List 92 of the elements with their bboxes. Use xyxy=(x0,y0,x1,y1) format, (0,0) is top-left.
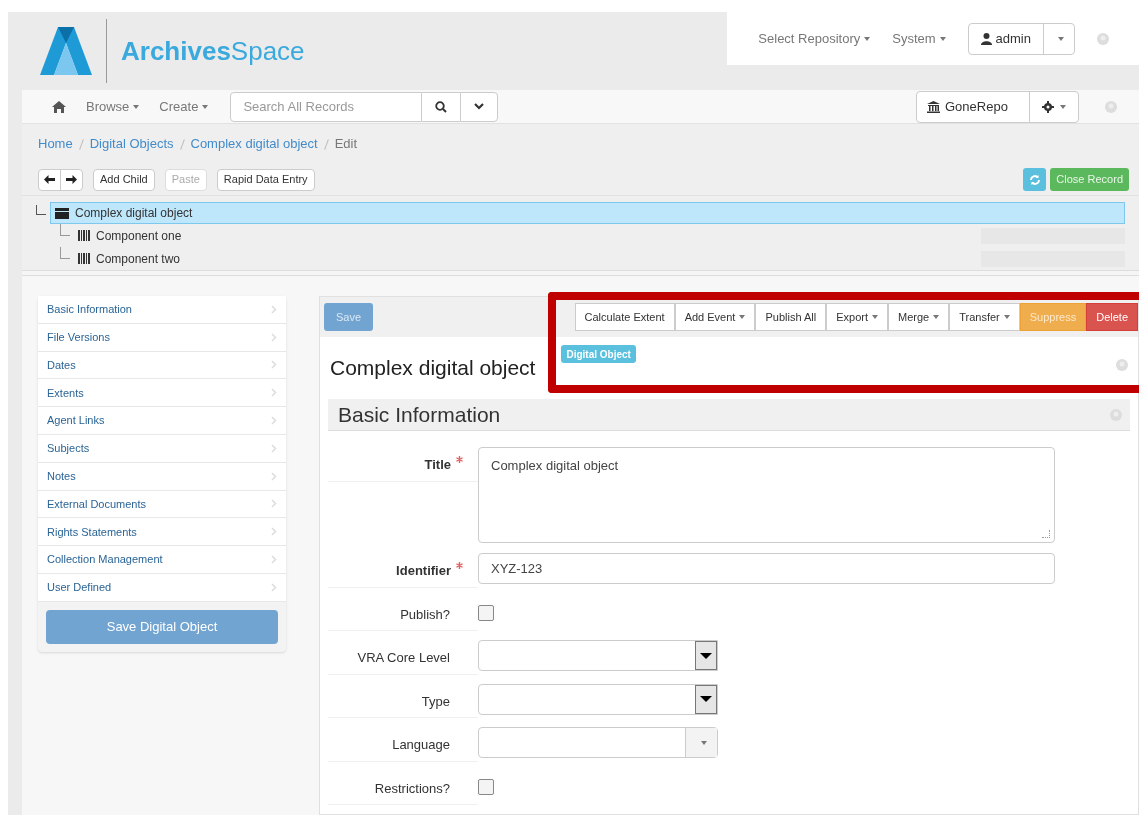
logo-text: ArchivesSpace xyxy=(121,34,305,68)
chevron-right-icon xyxy=(271,499,277,509)
sidebar-item[interactable]: Extents xyxy=(38,379,286,408)
sidebar-item[interactable]: User Defined xyxy=(38,573,286,602)
input-field[interactable]: XYZ-123 xyxy=(478,553,1055,584)
title-textarea[interactable]: Complex digital object xyxy=(478,447,1055,543)
chevron-right-icon xyxy=(271,360,277,370)
chevron-right-icon xyxy=(271,443,277,453)
barcode-icon xyxy=(78,230,90,241)
sidebar-item[interactable]: Rights Statements xyxy=(38,518,286,547)
settings-icon xyxy=(1042,100,1054,113)
checkbox[interactable] xyxy=(478,778,494,795)
chevron-icon xyxy=(474,103,485,110)
field-label: VRA Core Level xyxy=(357,649,450,667)
caret-icon xyxy=(700,740,707,745)
sidebar-item[interactable]: File Versions xyxy=(38,323,286,352)
chevron-right-icon xyxy=(271,527,277,537)
chevron-right-icon xyxy=(271,416,277,426)
user-icon xyxy=(980,32,992,45)
nav-menu[interactable]: System xyxy=(892,28,946,49)
chevron-right-icon xyxy=(271,304,277,314)
folder-icon xyxy=(55,207,69,219)
section-heading: Basic Information xyxy=(338,401,501,428)
caret-icon xyxy=(1003,315,1010,319)
chevron-right-icon xyxy=(271,471,277,481)
caret-icon xyxy=(872,315,878,319)
checkbox[interactable] xyxy=(478,604,494,621)
refresh-icon xyxy=(1028,173,1041,186)
caret-icon xyxy=(700,652,712,659)
sidebar-item[interactable]: Subjects xyxy=(38,435,286,463)
tree-node[interactable]: Component one xyxy=(76,226,184,245)
field-label: Publish? xyxy=(400,605,450,624)
chevron-right-icon xyxy=(271,332,277,342)
action-button[interactable]: Calculate Extent xyxy=(574,303,675,331)
field-label: Title xyxy=(424,456,451,474)
sidebar-item[interactable]: Basic Information xyxy=(38,296,286,324)
bank-icon xyxy=(927,100,940,113)
nav-menu[interactable]: Browse xyxy=(86,96,140,117)
combobox[interactable] xyxy=(478,727,718,758)
refresh-button[interactable] xyxy=(1023,168,1047,191)
action-button[interactable]: Add Event xyxy=(674,303,756,331)
dropdown-toggle[interactable] xyxy=(460,91,499,122)
logo-icon xyxy=(40,25,92,77)
left-arrow-icon xyxy=(44,175,55,184)
caret-icon xyxy=(933,315,940,319)
caret-icon xyxy=(864,37,871,42)
field-label: Language xyxy=(392,736,450,754)
select-dropdown[interactable] xyxy=(478,683,718,715)
required-icon xyxy=(456,456,463,463)
toolbar-button[interactable]: Rapid Data Entry xyxy=(216,168,315,191)
field-label: Type xyxy=(421,692,450,711)
caret-icon xyxy=(700,696,712,702)
chevron-right-icon xyxy=(271,555,277,565)
tree-node[interactable]: Complex digital object xyxy=(50,202,1125,224)
sidebar-item[interactable]: Agent Links xyxy=(38,407,286,435)
sidebar-item[interactable]: External Documents xyxy=(38,490,286,519)
required-icon xyxy=(456,562,463,569)
chevron-right-icon xyxy=(271,388,277,398)
type-badge: Digital Object xyxy=(561,345,636,363)
sidebar-item[interactable]: Collection Management xyxy=(38,546,286,574)
caret-icon xyxy=(133,105,140,110)
nav-menu[interactable]: Select Repository xyxy=(758,28,871,49)
select-dropdown[interactable] xyxy=(478,640,718,671)
search-icon xyxy=(435,100,448,113)
caret-icon xyxy=(939,37,946,42)
help-icon[interactable] xyxy=(1105,100,1117,113)
resize-handle-icon[interactable] xyxy=(1042,530,1050,538)
caret-icon xyxy=(1060,104,1066,109)
tree-node[interactable]: Component two xyxy=(76,249,183,268)
home-icon[interactable] xyxy=(52,100,66,113)
breadcrumb-current: Edit xyxy=(334,135,358,154)
chevron-right-icon xyxy=(271,582,277,592)
caret-icon xyxy=(1058,36,1064,41)
search-button[interactable] xyxy=(422,91,461,122)
caret-icon xyxy=(202,105,209,110)
action-button[interactable]: Publish All xyxy=(755,303,827,331)
help-icon[interactable] xyxy=(1097,32,1109,45)
barcode-icon xyxy=(78,253,90,264)
caret-icon xyxy=(739,315,746,319)
sidebar-item[interactable]: Notes xyxy=(38,462,286,491)
right-arrow-icon xyxy=(66,175,77,184)
toolbar-button[interactable]: Add Child xyxy=(93,168,155,191)
page-title: Complex digital object xyxy=(330,355,536,381)
field-label: Identifier xyxy=(396,562,451,580)
help-icon[interactable] xyxy=(1116,359,1128,371)
sidebar-item[interactable]: Dates xyxy=(38,351,286,380)
action-button[interactable]: Delete xyxy=(1086,303,1138,331)
action-button[interactable]: Transfer xyxy=(949,303,1020,331)
action-button[interactable]: Export xyxy=(826,303,888,331)
action-button[interactable]: Merge xyxy=(888,303,950,331)
nav-menu[interactable]: Create xyxy=(159,96,209,117)
field-label: Restrictions? xyxy=(374,779,450,798)
